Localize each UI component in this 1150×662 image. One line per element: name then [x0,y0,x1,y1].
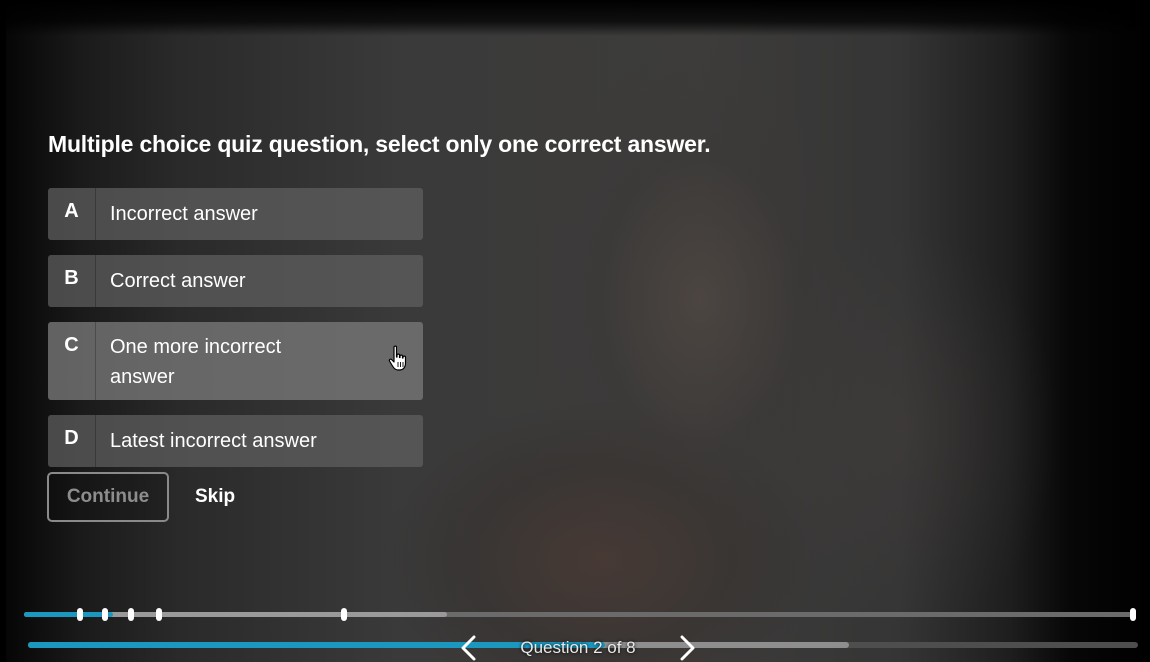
question-marker[interactable] [156,608,162,621]
continue-button[interactable]: Continue [47,472,169,522]
question-marker[interactable] [77,608,83,621]
left-letterbox [0,0,6,662]
quiz-actions: Continue Skip [47,472,235,522]
answer-option-c[interactable]: C One more incorrect answer [48,322,423,400]
answer-options: A Incorrect answer B Correct answer C On… [48,188,425,482]
option-letter: B [48,255,96,307]
skip-button[interactable]: Skip [195,486,235,508]
chevron-right-icon[interactable] [675,633,701,662]
question-marker[interactable] [102,608,108,621]
hand-pointer-icon [388,345,407,371]
quiz-track-played [24,612,113,617]
question-marker[interactable] [1130,608,1136,621]
question-marker[interactable] [341,608,347,621]
question-title: Multiple choice quiz question, select on… [48,131,711,157]
option-label: Correct answer [110,270,246,292]
answer-option-a[interactable]: A Incorrect answer [48,188,423,240]
option-label: Latest incorrect answer [110,430,317,452]
question-navigation: Question 2 of 8 [455,632,701,662]
top-letterbox [0,0,1150,36]
quiz-player: Multiple choice quiz question, select on… [0,0,1150,662]
answer-option-d[interactable]: D Latest incorrect answer [48,415,423,467]
question-counter: Question 2 of 8 [520,638,636,657]
option-letter: D [48,415,96,467]
option-label: One more incorrect answer [110,336,282,388]
option-label: Incorrect answer [110,203,258,225]
chevron-left-icon[interactable] [455,633,481,662]
question-marker[interactable] [128,608,134,621]
quiz-progress-track[interactable] [24,608,1136,621]
answer-option-b[interactable]: B Correct answer [48,255,423,307]
option-letter: C [48,322,96,400]
option-letter: A [48,188,96,240]
